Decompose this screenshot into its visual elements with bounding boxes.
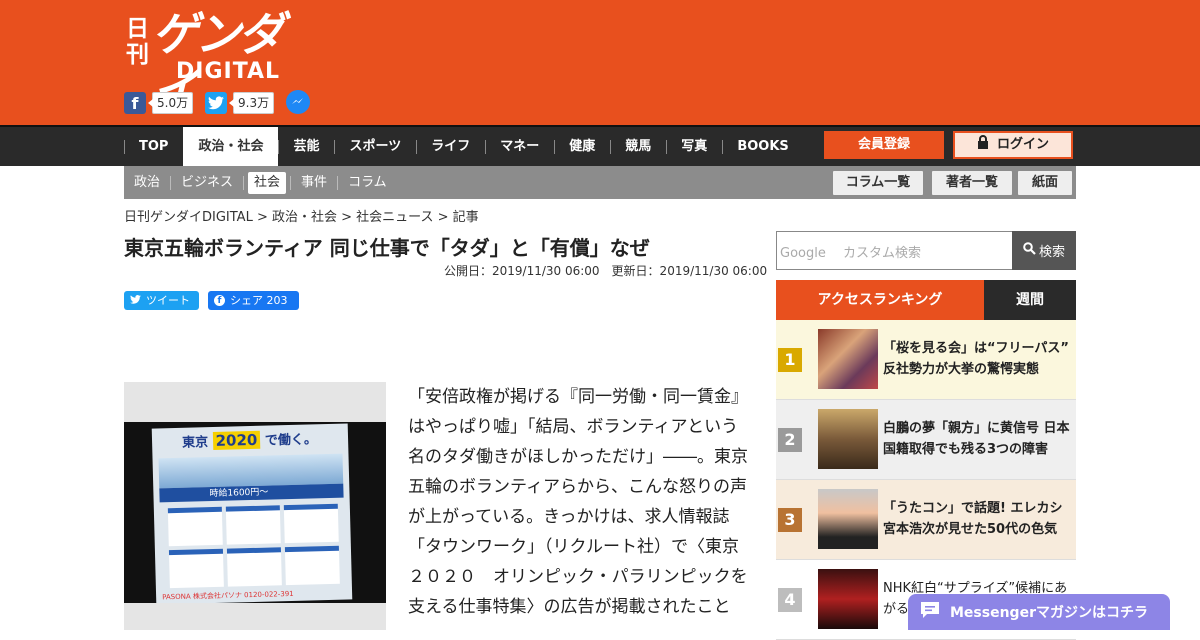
nav-item-politics-society[interactable]: 政治・社会 <box>183 127 279 166</box>
article-body: 「安倍政権が掲げる『同一労働・同一賃金』はやっぱり嘘」「結局、ボランティアという… <box>408 387 748 617</box>
ranking-number: 3 <box>778 508 802 532</box>
paper-button[interactable]: 紙面 <box>1018 171 1072 195</box>
author-list-button[interactable]: 著者一覧 <box>932 171 1012 195</box>
nav-item-sports[interactable]: スポーツ <box>334 127 416 166</box>
nav-item-keiba[interactable]: 競馬 <box>610 127 666 166</box>
twitter-share[interactable]: 9.3万 <box>205 91 275 115</box>
tab-access-ranking[interactable]: アクセスランキング <box>776 280 984 320</box>
lock-icon <box>977 135 989 159</box>
share-label: シェア <box>230 294 263 307</box>
facebook-icon: f <box>214 295 225 306</box>
ranking-number: 2 <box>778 428 802 452</box>
tweet-label: ツイート <box>146 294 190 307</box>
ranking-number: 1 <box>778 348 802 372</box>
magazine-footer: PASONA 株式会社パソナ 0120-022-391 <box>162 589 294 602</box>
facebook-share-button[interactable]: f シェア 203 <box>208 291 299 310</box>
ranking-item[interactable]: 2 白鵬の夢「親方」に黄信号 日本国籍取得でも残る3つの障害 <box>776 400 1076 480</box>
subnav-item-column[interactable]: コラム <box>338 172 397 194</box>
share-count: 203 <box>266 294 288 307</box>
ranking-tabs: アクセスランキング 週間 <box>776 280 1076 320</box>
site-header: 日刊 ゲンダイ DIGITAL f 5.0万 9.3万 <box>0 0 1200 125</box>
twitter-icon[interactable] <box>205 92 227 114</box>
facebook-share[interactable]: f 5.0万 <box>124 91 194 115</box>
ranking-thumbnail[interactable] <box>818 329 878 389</box>
login-button[interactable]: ログイン <box>953 131 1073 159</box>
facebook-icon[interactable]: f <box>124 92 146 114</box>
search-button-label: 検索 <box>1038 245 1065 260</box>
article-dates: 公開日：2019/11/30 06:00 更新日：2019/11/30 06:0… <box>444 264 768 278</box>
tweet-button[interactable]: ツイート <box>124 291 199 310</box>
article-photo[interactable]: 東京 2020 で働く。 時給1600円～ PASONA 株式会社パソナ 012… <box>124 382 386 630</box>
search-icon <box>1023 242 1036 259</box>
messenger-icon[interactable] <box>286 90 310 114</box>
subnav-item-society[interactable]: 社会 <box>248 171 287 194</box>
article-title: 東京五輪ボランティア 同じ仕事で「タダ」と「有償」なぜ <box>124 236 650 260</box>
chat-icon <box>920 601 940 623</box>
main-nav: TOP 政治・社会 芸能 スポーツ ライフ マネー 健康 競馬 写真 BOOKS 会員登録 ログイ… <box>0 125 1200 166</box>
twitter-icon <box>130 291 141 310</box>
messenger-bar-label: Messengerマガジンはコチラ <box>950 605 1148 621</box>
ranking-thumbnail[interactable] <box>818 569 878 629</box>
site-search: Google カスタム検索 検索 <box>776 231 1076 270</box>
nav-item-money[interactable]: マネー <box>485 127 554 166</box>
logo-nikkan: 日刊 <box>126 16 149 68</box>
nav-item-entertainment[interactable]: 芸能 <box>278 127 334 166</box>
ranking-item[interactable]: 1 「桜を見る会」は“フリーパス” 反社勢力が大挙の驚愕実態 <box>776 320 1076 400</box>
ranking-thumbnail[interactable] <box>818 409 878 469</box>
search-input[interactable]: Google カスタム検索 <box>780 242 921 261</box>
subnav-item-business[interactable]: ビジネス <box>171 172 243 194</box>
townwork-magazine-image: 東京 2020 で働く。 時給1600円～ PASONA 株式会社パソナ 012… <box>151 423 353 603</box>
nav-item-books[interactable]: BOOKS <box>722 127 803 166</box>
tab-weekly[interactable]: 週間 <box>984 280 1076 320</box>
nav-item-top[interactable]: TOP <box>124 127 183 166</box>
logo-digital: DIGITAL <box>176 59 281 84</box>
facebook-count: 5.0万 <box>147 92 194 114</box>
login-label: ログイン <box>996 137 1049 152</box>
messenger-magazine-bar[interactable]: Messengerマガジンはコチラ <box>908 594 1170 630</box>
twitter-count: 9.3万 <box>228 92 275 114</box>
register-button[interactable]: 会員登録 <box>824 131 944 159</box>
magazine-header: 東京 2020 で働く。 <box>181 430 318 451</box>
nav-item-health[interactable]: 健康 <box>554 127 610 166</box>
ranking-thumbnail[interactable] <box>818 489 878 549</box>
breadcrumb[interactable]: 日刊ゲンダイDIGITAL > 政治・社会 > 社会ニュース > 記事 <box>124 206 479 225</box>
column-list-button[interactable]: コラム一覧 <box>833 171 923 195</box>
nav-item-life[interactable]: ライフ <box>416 127 485 166</box>
ranking-item[interactable]: 3 「うたコン」で話題! エレカシ宮本浩次が見せた50代の色気 <box>776 480 1076 560</box>
nav-item-photo[interactable]: 写真 <box>666 127 722 166</box>
ranking-title[interactable]: 「桜を見る会」は“フリーパス” 反社勢力が大挙の驚愕実態 <box>883 338 1075 380</box>
sub-nav: 政治 ビジネス 社会 事件 コラム コラム一覧 著者一覧 紙面 <box>124 166 1076 199</box>
ranking-number: 4 <box>778 588 802 612</box>
ranking-title[interactable]: 「うたコン」で話題! エレカシ宮本浩次が見せた50代の色気 <box>883 498 1075 540</box>
search-button[interactable]: 検索 <box>1012 231 1076 270</box>
subnav-separator <box>243 175 245 190</box>
subnav-item-politics[interactable]: 政治 <box>124 172 170 194</box>
subnav-item-incidents[interactable]: 事件 <box>291 172 337 194</box>
site-logo[interactable]: 日刊 ゲンダイ DIGITAL <box>126 7 306 117</box>
ranking-title[interactable]: 白鵬の夢「親方」に黄信号 日本国籍取得でも残る3つの障害 <box>883 418 1075 460</box>
